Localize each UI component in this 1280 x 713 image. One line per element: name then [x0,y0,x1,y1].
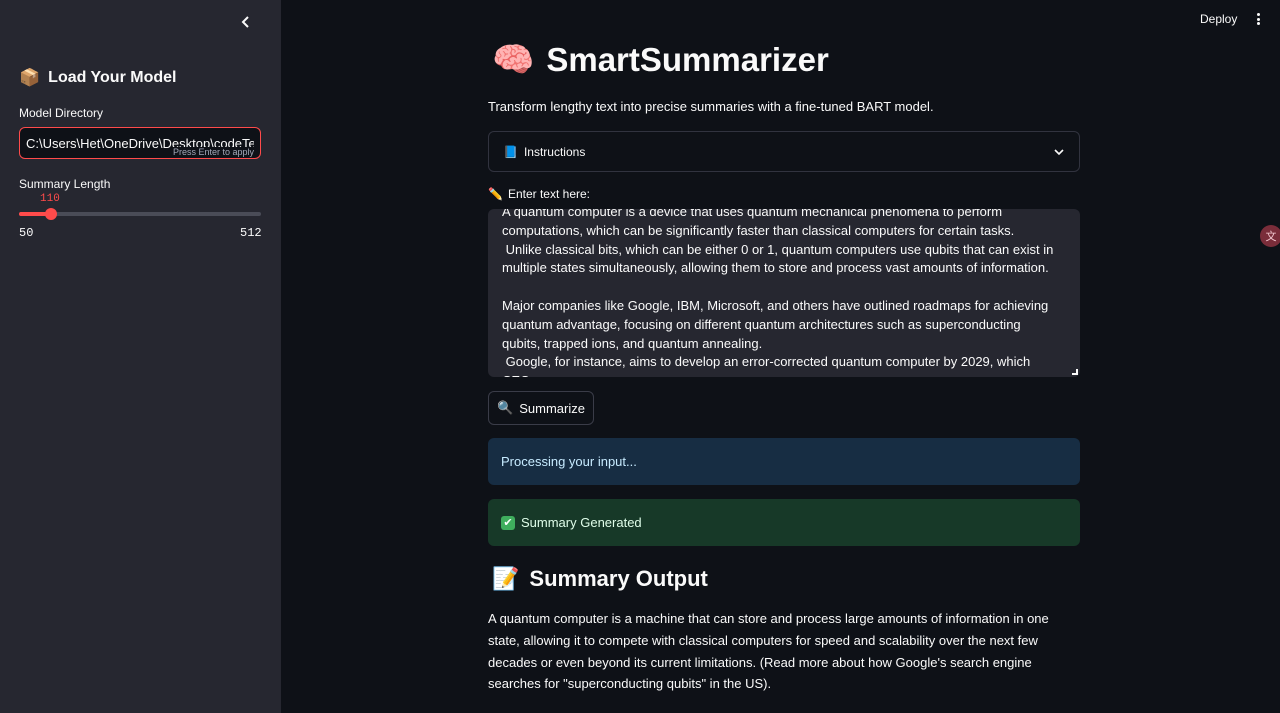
sidebar: 📦 Load Your Model Model Directory Press … [0,0,281,713]
expander-label: Instructions [523,144,586,159]
deploy-button[interactable]: Deploy [1200,12,1237,26]
book-icon: 📘 [503,144,518,159]
text-input-area[interactable]: A quantum computer is a device that uses… [488,209,1080,377]
page-title-row: 🧠 SmartSummarizer [492,40,829,80]
pencil-icon: ✏️ [488,187,503,201]
summary-output-text: A quantum computer is a machine that can… [488,611,1049,692]
page-title: SmartSummarizer [546,41,829,78]
input-label-text: Enter text here: [507,187,590,201]
summary-output-title: Summary Output [529,566,708,591]
page-subtitle: Transform lengthy text into precise summ… [488,99,934,114]
instructions-expander[interactable]: 📘 Instructions [488,131,1080,172]
slider-thumb[interactable] [45,208,58,220]
sidebar-header-text: Load Your Model [48,69,177,86]
summary-length-slider[interactable] [19,208,261,220]
summary-output-header: 📝 Summary Output [492,566,708,592]
model-directory-label: Model Directory [19,106,104,120]
summarize-button-label: Summarize [519,400,585,416]
summarize-button[interactable]: 🔍 Summarize [488,391,594,425]
info-message: Processing your input... [501,454,637,469]
translate-icon[interactable]: 文 [1260,225,1280,247]
package-icon: 📦 [19,68,41,87]
chevron-left-icon[interactable] [236,12,256,32]
success-message: Summary Generated [521,515,642,530]
brain-icon: 🧠 [492,41,535,79]
check-icon: ✔ [501,515,515,530]
memo-icon: 📝 [492,566,520,591]
summary-length-label: Summary Length [19,177,111,191]
success-alert: ✔ Summary Generated [488,499,1080,546]
info-alert: Processing your input... [488,438,1080,485]
magnifier-icon: 🔍 [497,400,514,415]
sidebar-header: 📦 Load Your Model [19,68,176,88]
slider-max: 512 [240,226,262,240]
chevron-down-icon [1053,145,1065,159]
kebab-menu-icon[interactable] [1252,10,1264,28]
model-directory-field-wrap: Press Enter to apply [19,127,261,159]
slider-min: 50 [19,226,34,240]
resize-handle[interactable] [1072,369,1078,375]
input-hint: Press Enter to apply [170,147,254,157]
text-input-content[interactable]: A quantum computer is a device that uses… [502,209,1062,377]
slider-value: 110 [40,193,60,205]
input-label: ✏️ Enter text here: [488,187,590,201]
